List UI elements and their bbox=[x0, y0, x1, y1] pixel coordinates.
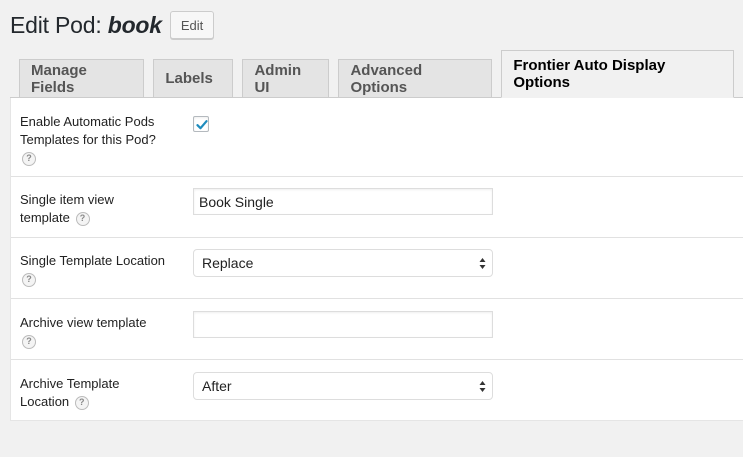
checkmark-icon bbox=[196, 120, 208, 130]
enable-templates-checkbox[interactable] bbox=[193, 116, 209, 132]
select-arrows-icon bbox=[479, 258, 486, 269]
row-enable-templates: Enable Automatic Pods Templates for this… bbox=[11, 98, 743, 177]
field-label: Archive view template ? bbox=[20, 314, 180, 350]
field-label: Enable Automatic Pods Templates for this… bbox=[20, 113, 170, 167]
field-label: Single Template Location ? bbox=[20, 252, 180, 288]
edit-button[interactable]: Edit bbox=[169, 11, 215, 39]
single-location-label: Single Template Location bbox=[20, 253, 166, 268]
pod-name: book bbox=[107, 11, 162, 38]
help-icon[interactable]: ? bbox=[22, 151, 36, 166]
single-view-label: Single item view template bbox=[20, 192, 114, 225]
options-panel: Enable Automatic Pods Templates for this… bbox=[10, 98, 743, 421]
enable-templates-label: Enable Automatic Pods Templates for this… bbox=[20, 114, 156, 147]
single-view-template-input[interactable] bbox=[193, 188, 493, 215]
archive-view-template-input[interactable] bbox=[193, 311, 493, 338]
row-single-location: Single Template Location ? Replace bbox=[11, 238, 743, 299]
tab-advanced-options[interactable]: Advanced Options bbox=[338, 59, 493, 97]
page-header: Edit Pod: book Edit bbox=[10, 9, 215, 41]
help-icon[interactable]: ? bbox=[74, 395, 89, 410]
archive-location-select[interactable]: After bbox=[193, 372, 493, 400]
row-archive-location: Archive Template Location ? After bbox=[11, 360, 743, 421]
single-location-select[interactable]: Replace bbox=[193, 249, 493, 277]
help-icon[interactable]: ? bbox=[22, 272, 36, 287]
tab-admin-ui[interactable]: Admin UI bbox=[242, 59, 330, 97]
help-icon[interactable]: ? bbox=[22, 334, 36, 349]
tab-bar: Manage Fields Labels Admin UI Advanced O… bbox=[10, 50, 743, 98]
tab-manage-fields[interactable]: Manage Fields bbox=[19, 59, 145, 97]
select-arrows-icon bbox=[479, 381, 486, 392]
tab-labels[interactable]: Labels bbox=[153, 59, 234, 97]
single-location-value: Replace bbox=[202, 255, 254, 271]
page-title: Edit Pod: book bbox=[10, 12, 162, 39]
help-icon[interactable]: ? bbox=[75, 211, 90, 226]
row-single-view-template: Single item view template ? bbox=[11, 177, 743, 238]
field-label: Single item view template ? bbox=[20, 191, 140, 227]
title-prefix: Edit Pod: bbox=[10, 11, 108, 38]
archive-location-label: Archive Template Location bbox=[20, 376, 120, 409]
archive-view-label: Archive view template bbox=[20, 315, 147, 330]
field-label: Archive Template Location ? bbox=[20, 375, 150, 411]
tab-frontier-auto-display-options[interactable]: Frontier Auto Display Options bbox=[501, 50, 734, 98]
archive-location-value: After bbox=[202, 378, 232, 394]
row-archive-view-template: Archive view template ? bbox=[11, 299, 743, 360]
